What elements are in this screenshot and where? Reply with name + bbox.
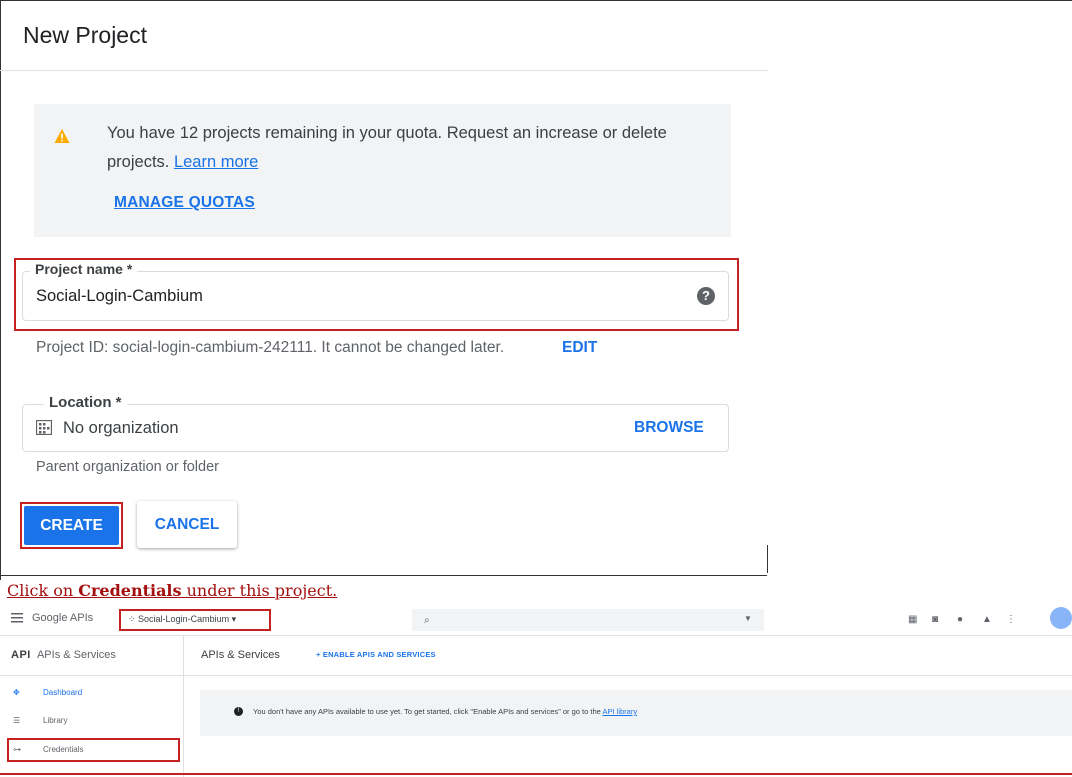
- browse-button[interactable]: BROWSE: [634, 419, 704, 437]
- menu-icon[interactable]: [11, 612, 23, 623]
- api-library-link[interactable]: API library: [602, 707, 637, 716]
- sidebar-item-credentials[interactable]: ⊶ Credentials: [13, 745, 83, 754]
- learn-more-link[interactable]: Learn more: [174, 153, 258, 171]
- sidebar-item-label: Dashboard: [43, 688, 83, 697]
- edit-project-id-button[interactable]: EDIT: [562, 339, 597, 357]
- sidebar-item-label: Library: [43, 716, 68, 725]
- frame-bottom-border: [0, 575, 767, 576]
- sidebar-header: API APIs & Services: [11, 649, 116, 661]
- instruction-caption: Click on Credentials under this project.: [7, 581, 337, 600]
- more-vert-icon[interactable]: ⋮: [1006, 614, 1016, 625]
- manage-quotas-link[interactable]: MANAGE QUOTAS: [114, 194, 255, 212]
- page-title: New Project: [23, 22, 147, 48]
- sidebar-divider: [0, 675, 183, 676]
- gift-icon[interactable]: ▦: [908, 614, 917, 625]
- chevron-down-icon: ▾: [229, 614, 237, 624]
- project-selector[interactable]: ⁘ Social-Login-Cambium ▾: [128, 614, 236, 625]
- sidebar-title: APIs & Services: [36, 649, 116, 661]
- create-button[interactable]: CREATE: [24, 506, 119, 545]
- sidebar-item-dashboard[interactable]: ✥ Dashboard: [13, 688, 82, 697]
- quota-message: You have 12 projects remaining in your q…: [107, 119, 697, 177]
- organization-icon: [36, 420, 52, 435]
- chat-icon[interactable]: ◙: [932, 614, 938, 625]
- instruction-bold: Credentials: [78, 581, 182, 600]
- frame-left-border: [0, 0, 1, 580]
- library-icon: ☰: [13, 716, 21, 725]
- empty-state-text: You don't have any APIs available to use…: [253, 707, 637, 716]
- avatar[interactable]: [1050, 607, 1072, 629]
- project-name-label: Project name *: [30, 261, 138, 277]
- instruction-suffix: under this project.: [181, 581, 338, 600]
- title-divider: [0, 70, 768, 71]
- bell-icon[interactable]: ▲: [982, 614, 992, 625]
- project-selector-icon: ⁘: [128, 614, 139, 624]
- info-icon: !: [234, 707, 243, 716]
- cancel-button[interactable]: CANCEL: [137, 501, 237, 548]
- help-icon[interactable]: ?: [697, 287, 715, 305]
- key-icon: ⊶: [13, 745, 21, 754]
- frame-top-border: [0, 0, 1072, 1]
- main-title: APIs & Services: [201, 649, 280, 661]
- location-value: No organization: [63, 419, 179, 437]
- location-label: Location *: [44, 394, 127, 411]
- location-hint: Parent organization or folder: [36, 459, 219, 475]
- empty-state-message: You don't have any APIs available to use…: [253, 707, 603, 716]
- main-divider: [183, 675, 1072, 676]
- dashboard-icon: ✥: [13, 688, 20, 697]
- enable-apis-button[interactable]: + ENABLE APIS AND SERVICES: [316, 650, 436, 659]
- instruction-prefix: Click on: [7, 581, 79, 600]
- sidebar-item-library[interactable]: ☰ Library: [13, 716, 67, 725]
- project-selector-label: Social-Login-Cambium: [138, 614, 230, 624]
- console-search-input[interactable]: [412, 609, 764, 631]
- console-brand[interactable]: Google APIs: [32, 612, 93, 624]
- bottom-highlight-line: [0, 773, 1072, 775]
- search-icon: ⌕: [424, 615, 430, 626]
- credentials-highlight: [7, 738, 180, 762]
- search-dropdown-icon[interactable]: ▼: [744, 614, 752, 623]
- sidebar-item-label: Credentials: [43, 745, 84, 754]
- warning-icon: [54, 129, 70, 143]
- help-icon[interactable]: ●: [957, 614, 963, 625]
- project-id-text: Project ID: social-login-cambium-242111.…: [36, 339, 505, 356]
- api-badge: API: [11, 649, 31, 661]
- project-name-input[interactable]: Social-Login-Cambium: [36, 287, 203, 306]
- frame-right-border: [767, 545, 768, 573]
